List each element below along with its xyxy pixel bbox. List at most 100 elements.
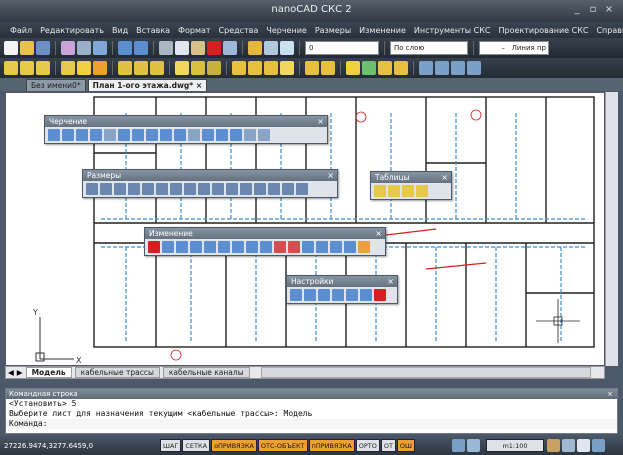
menu-modify[interactable]: Изменение [355,26,410,35]
menu-insert[interactable]: Вставка [132,26,174,35]
lineweight-toggle[interactable]: ОШ [396,439,415,452]
layout-next-icon[interactable]: ▶ [17,368,23,377]
dim-jogged-icon[interactable] [184,183,196,195]
settings-toolbar-panel[interactable]: Настройки × [286,275,398,304]
erase-icon[interactable] [148,241,160,253]
tab-close-icon[interactable]: × [196,81,202,90]
dim-edit-icon[interactable] [296,183,308,195]
scs-route-icon[interactable] [134,61,148,75]
layout-tab-cable-routes[interactable]: кабельные трассы [74,367,160,378]
scs-table-icon[interactable] [305,61,319,75]
redo-icon[interactable] [134,41,148,55]
table-export-icon[interactable] [416,185,428,197]
dim-vertical-icon[interactable] [114,183,126,195]
snap-toggle[interactable]: ШАГ [160,439,182,452]
scs-check-icon[interactable] [362,61,376,75]
settings-channel-icon[interactable] [318,289,330,301]
move-icon[interactable] [162,241,174,253]
ellipse-icon[interactable] [146,129,158,141]
grid-toggle[interactable]: СЕТКА [182,439,211,452]
scs-cable-icon[interactable] [118,61,132,75]
print-preview-icon[interactable] [77,41,91,55]
delete-icon[interactable] [207,41,221,55]
scs-wire-icon[interactable] [280,61,294,75]
layout-tab-model[interactable]: Модель [25,367,72,378]
scs-export-icon[interactable] [394,61,408,75]
dim-tolerance-icon[interactable] [268,183,280,195]
scs-room-icon[interactable] [61,61,75,75]
table-edit-icon[interactable] [388,185,400,197]
lineweight-combo[interactable]: – Линия пр [479,41,549,55]
dim-aligned-icon[interactable] [100,183,112,195]
scs-zone-icon[interactable] [77,61,91,75]
dim-radius-icon[interactable] [156,183,168,195]
join-icon[interactable] [344,241,356,253]
scs-panel-icon[interactable] [191,61,205,75]
block-create-icon[interactable] [258,129,270,141]
modify-toolbar-close[interactable]: × [375,228,382,239]
settings-warning-icon[interactable] [374,289,386,301]
mirror-icon[interactable] [190,241,202,253]
circle-icon[interactable] [76,129,88,141]
spline-icon[interactable] [132,129,144,141]
layers-icon[interactable] [248,41,262,55]
trim-icon[interactable] [274,241,286,253]
settings-route-icon[interactable] [290,289,302,301]
settings-equipment-icon[interactable] [360,289,372,301]
model-space-icon[interactable] [452,439,465,452]
settings-wire-icon[interactable] [346,289,358,301]
chamfer-icon[interactable] [316,241,328,253]
layer-state-icon[interactable] [264,41,278,55]
dim-diameter-icon[interactable] [170,183,182,195]
ray-icon[interactable] [160,129,172,141]
layout-tab-cable-channels[interactable]: кабельные каналы [162,367,250,378]
open-file-icon[interactable] [20,41,34,55]
modify-toolbar-panel[interactable]: Изменение × [144,227,386,256]
dimensions-toolbar-header[interactable]: Размеры × [83,170,337,181]
settings-tray-icon[interactable] [304,289,316,301]
vertical-scrollbar[interactable] [605,92,618,366]
dim-angular-icon[interactable] [198,183,210,195]
paste-icon[interactable] [191,41,205,55]
properties-icon[interactable] [223,41,237,55]
print-icon[interactable] [61,41,75,55]
point-icon[interactable] [174,129,186,141]
clean-screen-icon[interactable] [577,439,590,452]
drawing-toolbar-panel[interactable]: Черчение × [44,115,328,144]
dim-arc-icon[interactable] [128,183,140,195]
scs-building-icon[interactable] [20,61,34,75]
scs-settings-icon[interactable] [467,61,481,75]
drawing-toolbar-header[interactable]: Черчение × [45,116,327,127]
polar-snap-toggle[interactable]: пПРИВЯЗКА [308,439,355,452]
dim-continue-icon[interactable] [240,183,252,195]
menu-format[interactable]: Формат [174,26,214,35]
menu-tools[interactable]: Средства [215,26,263,35]
scs-conduit-icon[interactable] [264,61,278,75]
menu-draw[interactable]: Черчение [262,26,310,35]
break-icon[interactable] [302,241,314,253]
settings-toolbar-close[interactable]: × [387,276,394,287]
settings-toolbar-header[interactable]: Настройки × [287,276,397,287]
scs-grid-icon[interactable] [207,61,221,75]
minimize-button[interactable]: _ [570,3,584,17]
modify-toolbar-header[interactable]: Изменение × [145,228,385,239]
scs-rack-icon[interactable] [175,61,189,75]
drawing-canvas[interactable]: Y X Черчение × Размеры × Таблицы × Измен… [5,92,605,366]
copy-icon[interactable] [175,41,189,55]
dim-leader-icon[interactable] [254,183,266,195]
layer-previous-icon[interactable] [280,41,294,55]
dim-linear-icon[interactable] [86,183,98,195]
region-icon[interactable] [202,129,214,141]
scs-outlet-icon[interactable] [93,61,107,75]
restore-button[interactable]: ▫ [586,3,600,17]
scs-label-icon[interactable] [378,61,392,75]
tables-toolbar-header[interactable]: Таблицы × [371,172,451,183]
scs-zoom-icon[interactable] [435,61,449,75]
fillet-icon[interactable] [330,241,342,253]
command-panel-close-icon[interactable]: × [607,389,613,399]
table-insert-icon[interactable] [374,185,386,197]
otrack-toggle[interactable]: ОТС-ОБЪЕКТ [257,439,308,452]
scs-project-icon[interactable] [4,61,18,75]
settings-cable-icon[interactable] [332,289,344,301]
rotate-icon[interactable] [218,241,230,253]
